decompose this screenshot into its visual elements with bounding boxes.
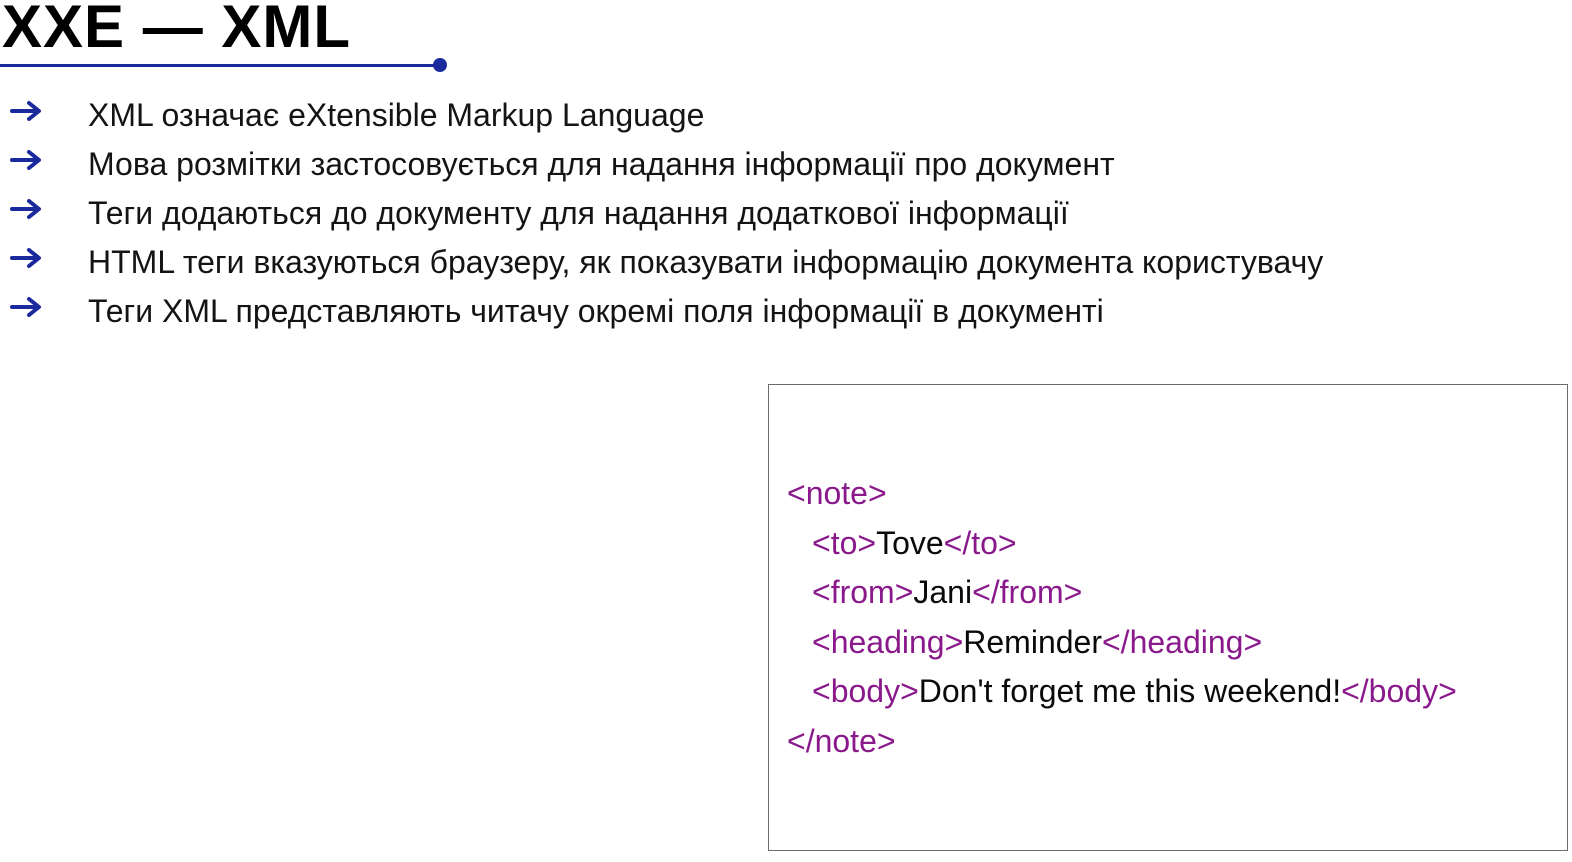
xml-tag: <note> — [787, 475, 887, 511]
xml-tag: <body> — [812, 673, 919, 709]
xml-tag: </note> — [787, 722, 896, 759]
xml-line-heading: <heading>Reminder</heading> — [787, 622, 1457, 672]
xml-line-body: <body>Don't forget me this weekend!</bod… — [787, 671, 1457, 721]
bullet-text: Мова розмітки застосовується для надання… — [88, 146, 1115, 182]
xml-tag: </from> — [972, 574, 1083, 610]
bullet-text: Теги додаються до документу для надання … — [88, 195, 1069, 231]
right-arrow-icon — [10, 101, 41, 121]
xml-code-example: <note> <to>Tove</to> <from>Jani</from> <… — [768, 384, 1568, 851]
xml-line-from: <from>Jani</from> — [787, 572, 1457, 622]
xml-line-note-close: </note> — [787, 721, 1457, 771]
xml-line-note-open: <note> — [787, 473, 1457, 523]
bullet-text: HTML теги вказуються браузеру, як показу… — [88, 244, 1324, 280]
slide-title: XXE — XML — [2, 0, 352, 60]
right-arrow-icon — [10, 199, 41, 219]
xml-tag: <from> — [812, 574, 914, 610]
xml-tag: <heading> — [812, 623, 964, 660]
xml-code-lines: <note> <to>Tove</to> <from>Jani</from> <… — [787, 473, 1457, 770]
xml-tag: </to> — [943, 524, 1017, 561]
xml-tag: </heading> — [1101, 623, 1263, 660]
right-arrow-icon — [10, 150, 41, 170]
right-arrow-icon — [10, 248, 41, 268]
bullet-text: Теги XML представляють читачу окремі пол… — [88, 293, 1104, 329]
xml-line-to: <to>Tove</to> — [787, 523, 1457, 573]
xml-tag: </body> — [1341, 673, 1457, 709]
xml-value: Don't forget me this weekend! — [918, 673, 1342, 709]
xml-value: Jani — [913, 574, 973, 610]
right-arrow-icon — [10, 297, 41, 317]
xml-tag: <to> — [812, 524, 877, 561]
xml-value: Reminder — [963, 623, 1102, 660]
xml-value: Tove — [876, 524, 944, 561]
title-underline — [0, 64, 440, 67]
bullet-text: XML означає eXtensible Markup Language — [88, 97, 705, 133]
title-underline-dot — [433, 58, 447, 72]
